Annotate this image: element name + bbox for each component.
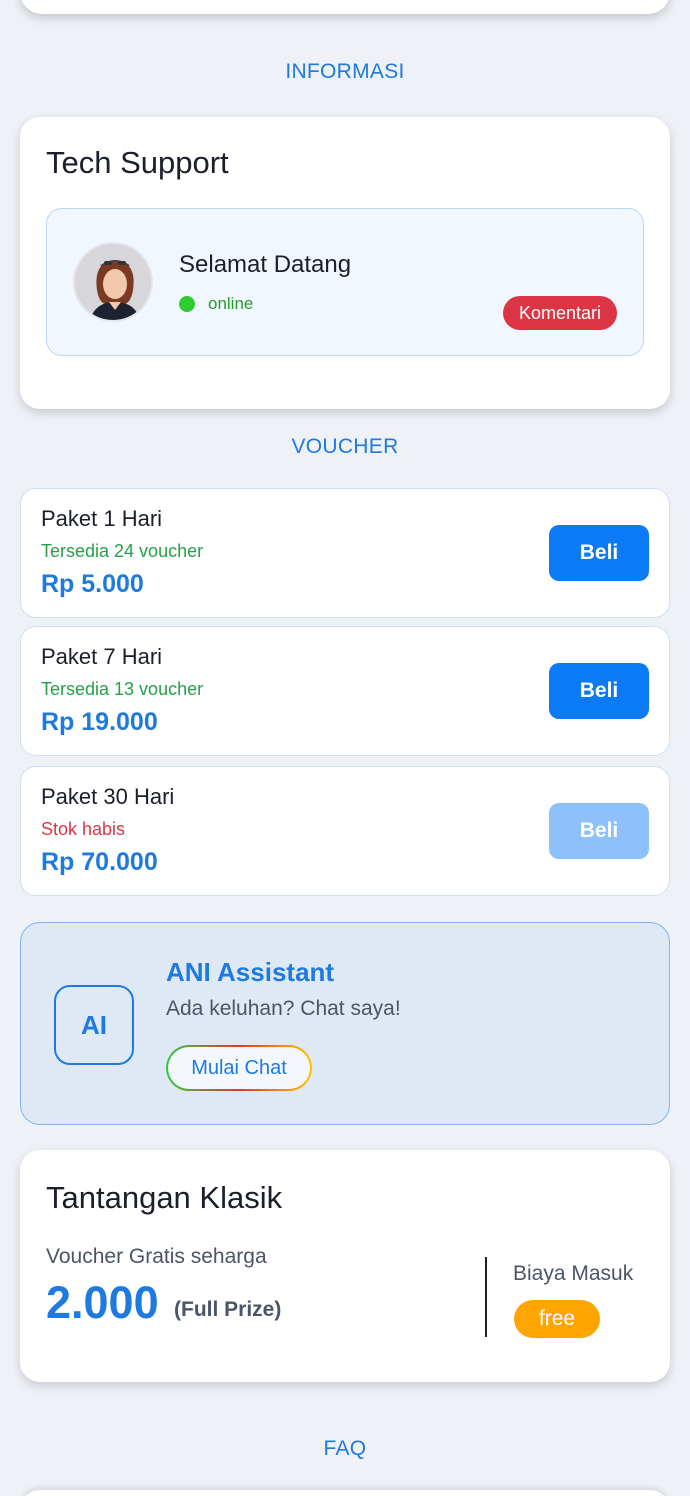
section-title-voucher: VOUCHER bbox=[291, 435, 399, 458]
tech-support-title: Tech Support bbox=[46, 145, 229, 180]
online-status: online bbox=[179, 294, 253, 314]
tech-support-card: Tech Support Selamat Datang online Komen… bbox=[20, 117, 670, 409]
avatar bbox=[73, 242, 153, 322]
voucher-price: Rp 19.000 bbox=[41, 708, 158, 736]
prize-amount: 2.000 bbox=[46, 1277, 159, 1328]
prize-label: Voucher Gratis seharga bbox=[46, 1245, 267, 1268]
voucher-name: Paket 1 Hari bbox=[41, 506, 163, 531]
voucher-stock: Tersedia 13 voucher bbox=[41, 679, 204, 699]
faq-card bbox=[20, 1490, 670, 1496]
comment-button[interactable]: Komentari bbox=[503, 296, 617, 330]
previous-card bbox=[20, 0, 670, 14]
section-title-informasi: INFORMASI bbox=[285, 60, 405, 83]
voucher-card: Paket 30 Hari Stok habis Rp 70.000 Beli bbox=[20, 766, 670, 896]
challenge-card[interactable]: Tantangan Klasik Voucher Gratis seharga … bbox=[20, 1150, 670, 1382]
prize-note: (Full Prize) bbox=[174, 1298, 282, 1321]
status-label: online bbox=[208, 294, 254, 313]
buy-button[interactable]: Beli bbox=[549, 525, 649, 581]
online-dot-icon bbox=[179, 296, 195, 312]
divider bbox=[485, 1257, 487, 1337]
contact-name: Selamat Datang bbox=[179, 251, 352, 278]
challenge-title: Tantangan Klasik bbox=[46, 1180, 283, 1215]
assistant-title: ANI Assistant bbox=[166, 957, 335, 987]
tech-support-contact[interactable]: Selamat Datang online Komentari bbox=[46, 208, 644, 356]
entry-fee-badge: free bbox=[514, 1300, 600, 1338]
voucher-price: Rp 5.000 bbox=[41, 570, 144, 598]
ai-icon: AI bbox=[54, 985, 134, 1065]
assistant-subtitle: Ada keluhan? Chat saya! bbox=[166, 997, 401, 1020]
voucher-stock: Stok habis bbox=[41, 819, 126, 839]
buy-button-disabled: Beli bbox=[549, 803, 649, 859]
start-chat-button[interactable]: Mulai Chat bbox=[166, 1045, 312, 1091]
voucher-name: Paket 30 Hari bbox=[41, 784, 175, 809]
buy-button[interactable]: Beli bbox=[549, 663, 649, 719]
voucher-stock: Tersedia 24 voucher bbox=[41, 541, 204, 561]
section-title-faq: FAQ bbox=[323, 1437, 367, 1460]
voucher-card: Paket 7 Hari Tersedia 13 voucher Rp 19.0… bbox=[20, 626, 670, 756]
entry-fee-label: Biaya Masuk bbox=[513, 1262, 634, 1285]
voucher-card: Paket 1 Hari Tersedia 24 voucher Rp 5.00… bbox=[20, 488, 670, 618]
voucher-name: Paket 7 Hari bbox=[41, 644, 163, 669]
voucher-price: Rp 70.000 bbox=[41, 848, 158, 876]
assistant-card: AI ANI Assistant Ada keluhan? Chat saya!… bbox=[20, 922, 670, 1125]
